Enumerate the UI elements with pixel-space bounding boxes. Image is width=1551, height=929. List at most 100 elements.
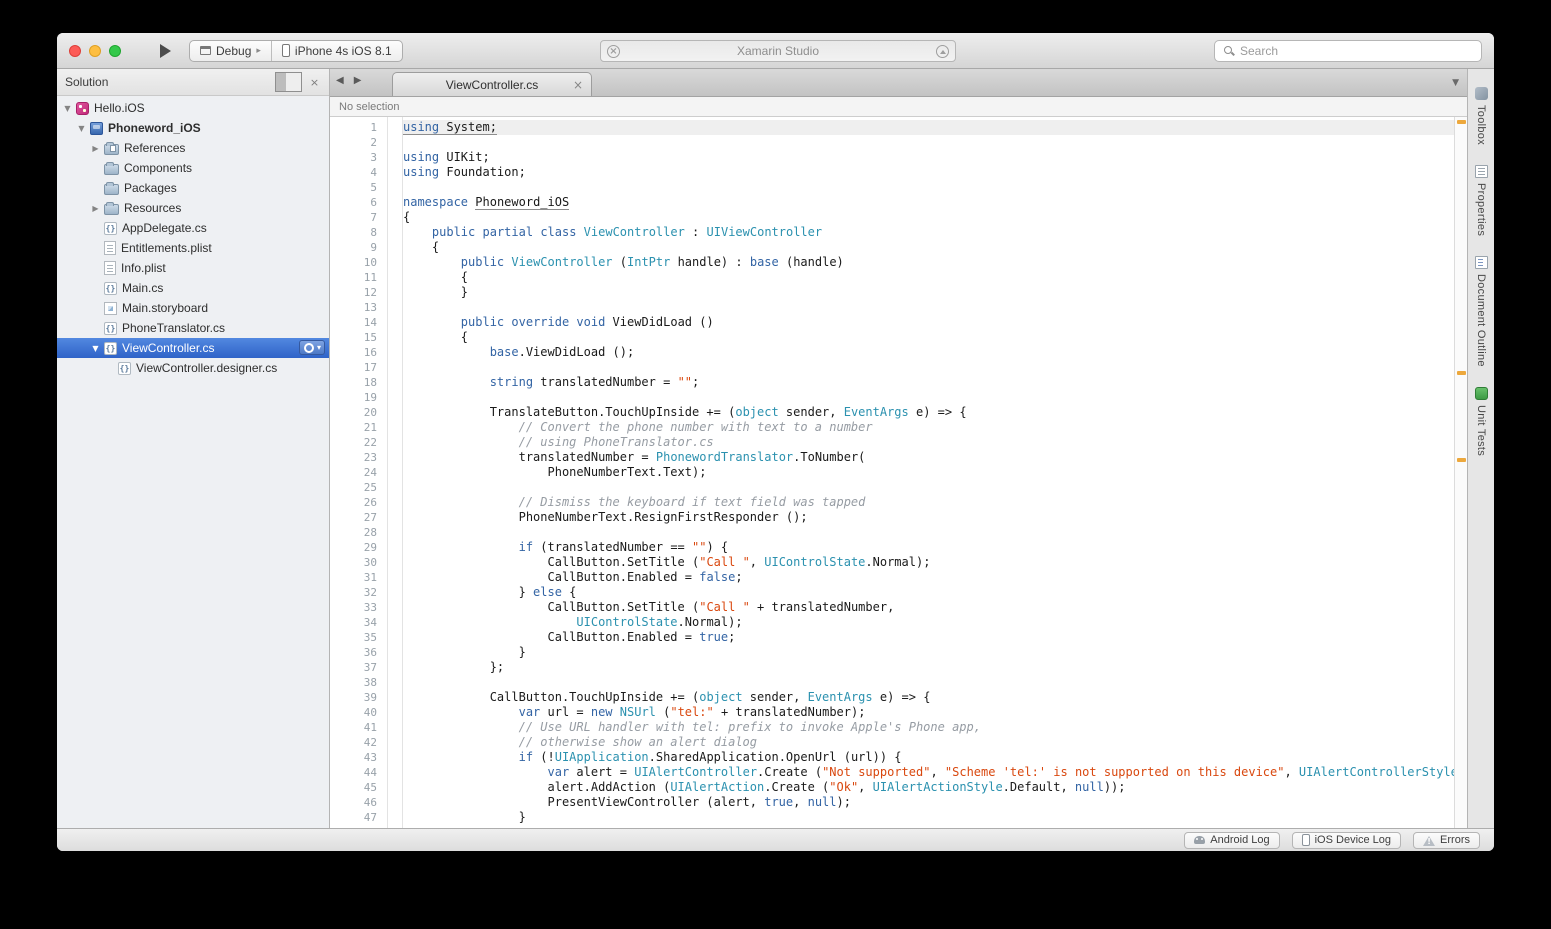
status-bar: Xamarin Studio (600, 40, 956, 62)
code-line: // using PhoneTranslator.cs (403, 435, 1467, 450)
tree-item-main-storyboard[interactable]: Main.storyboard (57, 298, 329, 318)
tree-item-phonetranslator-cs[interactable]: PhoneTranslator.cs (57, 318, 329, 338)
line-number: 36 (330, 645, 377, 660)
search-icon (1223, 45, 1235, 57)
code-line: string translatedNumber = ""; (403, 375, 1467, 390)
tree-item-label: Main.storyboard (122, 301, 208, 315)
code-line (403, 480, 1467, 495)
line-number: 11 (330, 270, 377, 285)
code-line: translatedNumber = PhonewordTranslator.T… (403, 450, 1467, 465)
code-file-icon (104, 322, 117, 335)
tree-item-label: Components (124, 161, 192, 175)
breadcrumb-text: No selection (339, 101, 400, 113)
tab-viewcontroller-cs[interactable]: ViewController.cs × (392, 72, 592, 96)
tree-item-label: AppDelegate.cs (122, 221, 207, 235)
gear-icon[interactable] (299, 340, 325, 355)
code-line: { (403, 210, 1467, 225)
close-pad-icon[interactable]: × (308, 76, 321, 89)
device-selector[interactable]: iPhone 4s iOS 8.1 (271, 41, 402, 61)
gutter[interactable]: 1234567891011121314151617181920212223242… (330, 117, 388, 828)
run-button[interactable] (153, 41, 177, 61)
line-number: 33 (330, 600, 377, 615)
line-number: 5 (330, 180, 377, 195)
code-file-icon (104, 342, 117, 355)
tree-item-label: Packages (124, 181, 177, 195)
tree-item-viewcontroller-designer-cs[interactable]: ViewController.designer.cs (57, 358, 329, 378)
line-number: 31 (330, 570, 377, 585)
line-number: 43 (330, 750, 377, 765)
disclosure-triangle-icon[interactable]: ▶ (89, 144, 102, 153)
properties-icon (1475, 165, 1488, 178)
line-number: 23 (330, 450, 377, 465)
disclosure-triangle-icon[interactable]: ▼ (89, 344, 102, 353)
tree-item-info-plist[interactable]: Info.plist (57, 258, 329, 278)
line-number: 32 (330, 585, 377, 600)
code-file-icon (118, 362, 131, 375)
line-number: 10 (330, 255, 377, 270)
disclosure-triangle-icon[interactable]: ▶ (89, 204, 102, 213)
code-line: PhoneNumberText.ResignFirstResponder (); (403, 510, 1467, 525)
ios-device-log-button[interactable]: iOS Device Log (1292, 832, 1401, 849)
line-number: 16 (330, 345, 377, 360)
code-line: // Dismiss the keyboard if text field wa… (403, 495, 1467, 510)
folder-icon (104, 164, 119, 175)
tree-item-appdelegate-cs[interactable]: AppDelegate.cs (57, 218, 329, 238)
line-number: 24 (330, 465, 377, 480)
dock-tab-properties[interactable]: Properties (1475, 165, 1488, 236)
disclosure-triangle-icon[interactable]: ▼ (61, 104, 74, 113)
navigate-back-button[interactable]: ◀ (336, 75, 344, 86)
overview-ruler[interactable] (1454, 117, 1467, 828)
zoom-window-button[interactable] (109, 45, 121, 57)
code-line: CallButton.SetTitle ("Call " + translate… (403, 600, 1467, 615)
line-number: 12 (330, 285, 377, 300)
device-icon (282, 44, 290, 57)
close-window-button[interactable] (69, 45, 81, 57)
plist-file-icon (104, 241, 116, 255)
line-number: 45 (330, 780, 377, 795)
tree-item-references[interactable]: ▶References (57, 138, 329, 158)
navigate-forward-button[interactable]: ▶ (354, 75, 362, 86)
tree-item-packages[interactable]: Packages (57, 178, 329, 198)
line-number: 30 (330, 555, 377, 570)
code-editor[interactable]: 1234567891011121314151617181920212223242… (330, 117, 1467, 828)
references-folder-icon (104, 144, 119, 155)
tree-item-resources[interactable]: ▶Resources (57, 198, 329, 218)
tree-item-phoneword-ios[interactable]: ▼Phoneword_iOS (57, 118, 329, 138)
breadcrumb: No selection (330, 97, 1467, 117)
line-number: 42 (330, 735, 377, 750)
dock-tab-label: Toolbox (1475, 105, 1487, 145)
tree-item-components[interactable]: Components (57, 158, 329, 178)
xamarin-studio-window: Debug ▸ iPhone 4s iOS 8.1 Xamarin Studio… (57, 33, 1494, 851)
dock-tab-toolbox[interactable]: Toolbox (1475, 87, 1488, 145)
dock-tab-document-outline[interactable]: Document Outline (1475, 256, 1488, 367)
search-input[interactable] (1240, 44, 1473, 58)
line-number: 27 (330, 510, 377, 525)
code-line: public partial class ViewController : UI… (403, 225, 1467, 240)
document-outline-icon (1475, 256, 1488, 269)
solution-pad-title: Solution (65, 75, 269, 89)
dock-pad-icon[interactable] (275, 72, 302, 92)
tree-item-main-cs[interactable]: Main.cs (57, 278, 329, 298)
line-number: 1 (330, 120, 377, 135)
build-output-icon[interactable] (936, 45, 949, 58)
errors-button[interactable]: Errors (1413, 832, 1480, 849)
configuration-selector[interactable]: Debug ▸ (190, 41, 271, 61)
line-number: 46 (330, 795, 377, 810)
dock-tab-unit-tests[interactable]: Unit Tests (1475, 387, 1488, 456)
tab-list-dropdown-icon[interactable]: ▼ (1452, 78, 1459, 88)
close-tab-icon[interactable]: × (573, 78, 583, 92)
minimize-window-button[interactable] (89, 45, 101, 57)
android-log-button[interactable]: Android Log (1184, 832, 1279, 849)
code-line: CallButton.TouchUpInside += (object send… (403, 690, 1467, 705)
solution-pad: Solution × ▼Hello.iOS▼Phoneword_iOS▶Refe… (57, 69, 330, 828)
code-line: if (translatedNumber == "") { (403, 540, 1467, 555)
disclosure-triangle-icon[interactable]: ▼ (75, 124, 88, 133)
line-number: 21 (330, 420, 377, 435)
line-number: 41 (330, 720, 377, 735)
line-number: 38 (330, 675, 377, 690)
tree-item-viewcontroller-cs[interactable]: ▼ViewController.cs (57, 338, 329, 358)
line-number: 37 (330, 660, 377, 675)
tree-item-entitlements-plist[interactable]: Entitlements.plist (57, 238, 329, 258)
tree-item-hello-ios[interactable]: ▼Hello.iOS (57, 98, 329, 118)
code-line: PresentViewController (alert, true, null… (403, 795, 1467, 810)
